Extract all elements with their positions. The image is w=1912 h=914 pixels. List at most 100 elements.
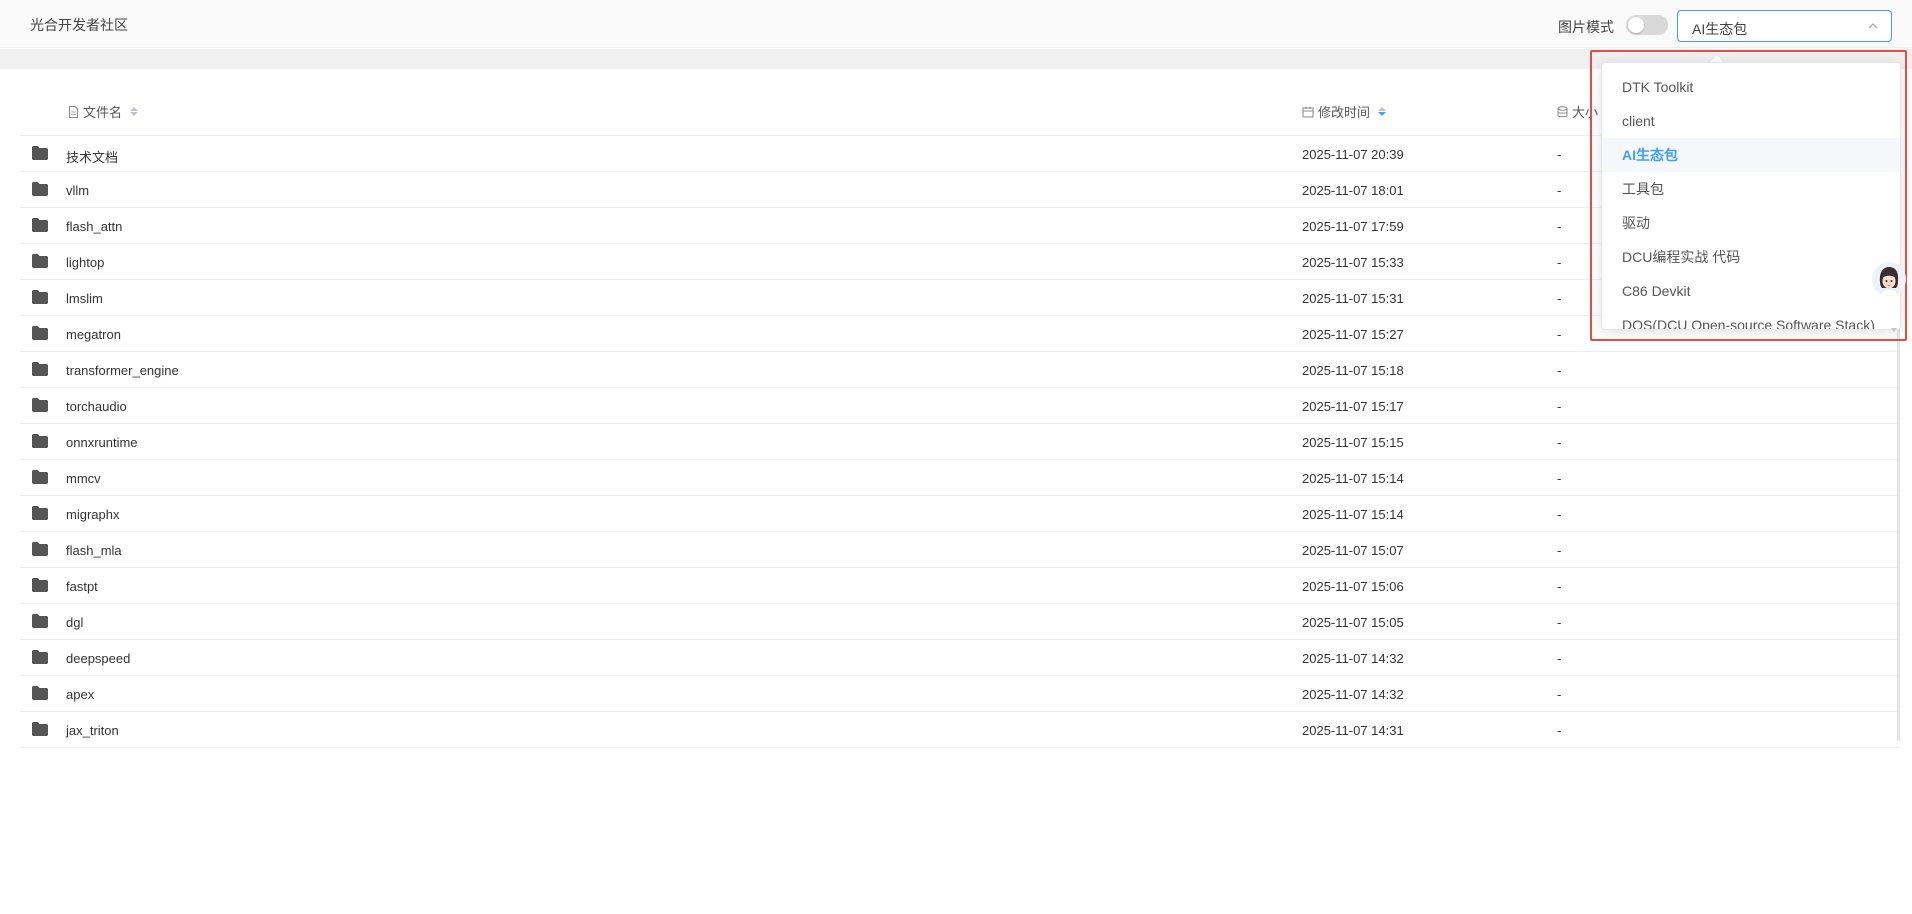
- file-size: -: [1557, 543, 1562, 558]
- folder-icon: [32, 542, 48, 556]
- file-modified: 2025-11-07 15:15: [1302, 435, 1404, 450]
- top-bar: 光合开发者社区 图片模式 AI生态包: [0, 0, 1912, 48]
- file-name[interactable]: lightop: [66, 255, 104, 270]
- folder-icon: [32, 506, 48, 520]
- file-size: -: [1557, 435, 1562, 450]
- folder-icon: [32, 650, 48, 664]
- file-size: -: [1557, 687, 1562, 702]
- picture-mode-label: 图片模式: [1558, 19, 1614, 35]
- folder-icon: [32, 290, 48, 304]
- table-row[interactable]: torchaudio 2025-11-07 15:17 -: [20, 388, 1900, 424]
- column-header-name[interactable]: 文件名: [68, 102, 139, 121]
- picture-mode-toggle[interactable]: [1626, 15, 1668, 35]
- folder-icon: [32, 182, 48, 196]
- highlight-box: [1590, 50, 1907, 341]
- file-modified: 2025-11-07 15:14: [1302, 471, 1404, 486]
- file-size: -: [1557, 615, 1562, 630]
- table-row[interactable]: dgl 2025-11-07 15:05 -: [20, 604, 1900, 640]
- table-row[interactable]: mmcv 2025-11-07 15:14 -: [20, 460, 1900, 496]
- table-row[interactable]: fastpt 2025-11-07 15:06 -: [20, 568, 1900, 604]
- assistant-avatar[interactable]: [1872, 262, 1906, 296]
- file-modified: 2025-11-07 20:39: [1302, 147, 1404, 162]
- column-header-modified[interactable]: 修改时间: [1302, 102, 1387, 121]
- file-size: -: [1557, 147, 1562, 162]
- file-name[interactable]: megatron: [66, 327, 121, 342]
- file-name[interactable]: migraphx: [66, 507, 119, 522]
- file-modified: 2025-11-07 15:18: [1302, 363, 1404, 378]
- database-icon: [1557, 105, 1568, 117]
- table-row[interactable]: deepspeed 2025-11-07 14:32 -: [20, 640, 1900, 676]
- table-row[interactable]: transformer_engine 2025-11-07 15:18 -: [20, 352, 1900, 388]
- sort-icon[interactable]: [1378, 107, 1387, 116]
- file-size: -: [1557, 651, 1562, 666]
- table-row[interactable]: jax_triton 2025-11-07 14:31 -: [20, 712, 1900, 748]
- folder-icon: [32, 686, 48, 700]
- file-size: -: [1557, 471, 1562, 486]
- file-modified: 2025-11-07 14:32: [1302, 651, 1404, 666]
- site-title[interactable]: 光合开发者社区: [30, 15, 128, 35]
- file-name[interactable]: lmslim: [66, 291, 103, 306]
- file-modified: 2025-11-07 15:33: [1302, 255, 1404, 270]
- file-modified: 2025-11-07 15:14: [1302, 507, 1404, 522]
- folder-icon: [32, 578, 48, 592]
- column-modified-label: 修改时间: [1318, 105, 1371, 120]
- column-name-label: 文件名: [83, 105, 123, 120]
- file-modified: 2025-11-07 14:32: [1302, 687, 1404, 702]
- folder-icon: [32, 218, 48, 232]
- category-select[interactable]: AI生态包: [1677, 10, 1892, 42]
- file-name[interactable]: flash_attn: [66, 219, 122, 234]
- file-name[interactable]: dgl: [66, 615, 83, 630]
- file-name[interactable]: mmcv: [66, 471, 101, 486]
- file-modified: 2025-11-07 17:59: [1302, 219, 1404, 234]
- file-size: -: [1557, 255, 1562, 270]
- file-name[interactable]: transformer_engine: [66, 363, 179, 378]
- file-size: -: [1557, 579, 1562, 594]
- file-name[interactable]: apex: [66, 687, 94, 702]
- file-name[interactable]: deepspeed: [66, 651, 130, 666]
- file-modified: 2025-11-07 15:31: [1302, 291, 1404, 306]
- file-size: -: [1557, 723, 1562, 738]
- file-size: -: [1557, 363, 1562, 378]
- file-modified: 2025-11-07 15:05: [1302, 615, 1404, 630]
- folder-icon: [32, 434, 48, 448]
- file-modified: 2025-11-07 15:07: [1302, 543, 1404, 558]
- table-row[interactable]: flash_mla 2025-11-07 15:07 -: [20, 532, 1900, 568]
- file-modified: 2025-11-07 15:06: [1302, 579, 1404, 594]
- folder-icon: [32, 362, 48, 376]
- toggle-knob: [1628, 17, 1644, 33]
- folder-icon: [32, 470, 48, 484]
- folder-icon: [32, 722, 48, 736]
- chevron-up-icon: [1868, 23, 1878, 29]
- file-name[interactable]: fastpt: [66, 579, 98, 594]
- file-name[interactable]: 技术文档: [66, 147, 118, 166]
- folder-icon: [32, 614, 48, 628]
- folder-icon: [32, 398, 48, 412]
- table-row[interactable]: onnxruntime 2025-11-07 15:15 -: [20, 424, 1900, 460]
- folder-icon: [32, 326, 48, 340]
- category-select-value: AI生态包: [1692, 21, 1748, 37]
- file-icon: [69, 105, 78, 118]
- file-size: -: [1557, 399, 1562, 414]
- assistant-avatar-icon: [1879, 267, 1899, 296]
- file-size: -: [1557, 507, 1562, 522]
- table-row[interactable]: migraphx 2025-11-07 15:14 -: [20, 496, 1900, 532]
- folder-icon: [32, 254, 48, 268]
- file-name[interactable]: torchaudio: [66, 399, 127, 414]
- file-modified: 2025-11-07 14:31: [1302, 723, 1404, 738]
- folder-icon: [32, 146, 48, 160]
- dropdown-scroll-arrow-icon[interactable]: [1890, 326, 1898, 334]
- calendar-icon: [1302, 106, 1314, 117]
- sort-icon[interactable]: [130, 107, 139, 116]
- file-size: -: [1557, 327, 1562, 342]
- file-size: -: [1557, 183, 1562, 198]
- file-size: -: [1557, 219, 1562, 234]
- file-modified: 2025-11-07 18:01: [1302, 183, 1404, 198]
- file-name[interactable]: onnxruntime: [66, 435, 138, 450]
- file-name[interactable]: flash_mla: [66, 543, 122, 558]
- file-modified: 2025-11-07 15:27: [1302, 327, 1404, 342]
- table-row[interactable]: apex 2025-11-07 14:32 -: [20, 676, 1900, 712]
- file-modified: 2025-11-07 15:17: [1302, 399, 1404, 414]
- file-name[interactable]: vllm: [66, 183, 89, 198]
- file-size: -: [1557, 291, 1562, 306]
- file-name[interactable]: jax_triton: [66, 723, 119, 738]
